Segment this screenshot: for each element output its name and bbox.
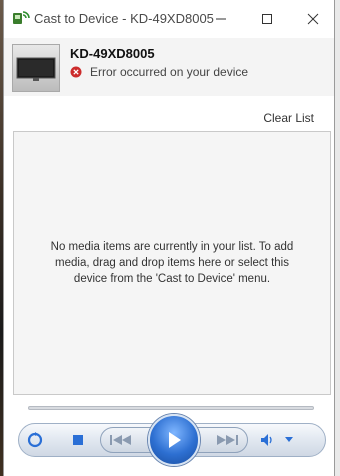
next-icon [217,435,238,445]
title-bar[interactable]: Cast to Device - KD-49XD8005 [4,0,334,38]
close-icon [307,13,319,25]
clear-list-link[interactable]: Clear List [263,111,314,125]
minimize-button[interactable] [206,6,236,32]
chevron-down-icon [285,437,293,442]
device-name: KD-49XD8005 [70,46,155,61]
tv-icon [16,57,56,81]
volume-dropdown[interactable] [282,432,296,448]
seek-bar[interactable] [28,406,314,410]
previous-icon [110,435,131,445]
maximize-icon [262,14,272,24]
cast-to-device-window: Cast to Device - KD-49XD8005 KD-49XD8005… [3,0,335,476]
window-title: Cast to Device - KD-49XD8005 [34,11,214,26]
cast-app-icon [13,11,30,24]
stop-button[interactable] [66,428,90,452]
close-button[interactable] [298,6,328,32]
shuffle-button[interactable] [22,427,48,453]
play-icon [169,432,181,448]
play-button[interactable] [148,414,200,466]
error-icon [70,66,82,78]
empty-list-message: No media items are currently in your lis… [50,241,294,285]
maximize-button[interactable] [252,6,282,32]
device-header: KD-49XD8005 Error occurred on your devic… [4,38,334,96]
volume-icon [261,434,272,446]
shuffle-icon [27,432,43,448]
minimize-icon [216,18,226,20]
media-list[interactable]: No media items are currently in your lis… [13,131,331,395]
stop-icon [73,435,83,445]
device-status: Error occurred on your device [90,65,249,79]
volume-button[interactable] [256,428,280,452]
device-thumbnail [12,44,60,92]
previous-button[interactable] [100,427,154,453]
next-button[interactable] [194,427,248,453]
